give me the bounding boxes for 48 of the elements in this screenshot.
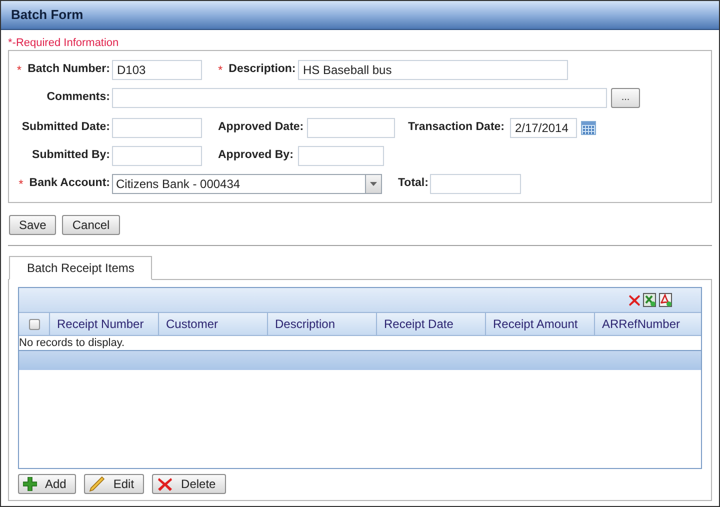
- text-field[interactable]: [112, 88, 607, 108]
- column-header[interactable]: ARRefNumber: [595, 313, 701, 335]
- text-field[interactable]: [430, 174, 521, 194]
- required-note: *-Required Information: [8, 37, 119, 50]
- field-label: Comments:: [46, 90, 110, 106]
- field-label: Bank Account:: [29, 176, 110, 192]
- column-header[interactable]: Description: [268, 313, 377, 335]
- delete-button[interactable]: Delete: [152, 474, 226, 494]
- field-label: Submitted Date:: [22, 120, 110, 136]
- window-title: Batch Form: [11, 6, 84, 24]
- cross-icon[interactable]: [629, 294, 640, 306]
- text-field[interactable]: D103: [112, 60, 202, 80]
- column-header[interactable]: Receipt Number: [50, 313, 159, 335]
- field-label: Description:: [228, 62, 296, 78]
- tab[interactable]: Batch Receipt Items: [9, 256, 152, 280]
- field-label: Total:: [398, 176, 428, 192]
- document-export-icon[interactable]: [659, 293, 672, 307]
- required-mark: *: [18, 176, 24, 193]
- cancel-button[interactable]: Cancel: [62, 215, 120, 235]
- edit-button[interactable]: Edit: [84, 474, 144, 494]
- field-label: Approved By:: [218, 148, 294, 164]
- required-mark: *: [218, 62, 223, 79]
- text-field[interactable]: [112, 146, 202, 166]
- required-mark: *: [16, 62, 22, 79]
- text-field[interactable]: [307, 118, 395, 138]
- select-all-checkbox[interactable]: [28, 318, 40, 330]
- plus-icon: [23, 477, 37, 491]
- text-field[interactable]: [298, 146, 384, 166]
- add-button[interactable]: Add: [18, 474, 76, 494]
- date-field[interactable]: 2/17/2014: [510, 118, 577, 138]
- save-button[interactable]: Save: [9, 215, 56, 235]
- pencil-icon: [89, 476, 106, 492]
- column-header[interactable]: Customer: [159, 313, 268, 335]
- caret-icon: [370, 182, 377, 186]
- empty-message: No records to display.: [19, 338, 125, 348]
- cross-icon: [157, 476, 174, 492]
- text-field[interactable]: HS Baseball bus: [298, 60, 568, 80]
- text-field[interactable]: [112, 118, 202, 138]
- field-label: Approved Date:: [218, 120, 304, 136]
- bank-account-select[interactable]: Citizens Bank - 000434: [112, 174, 382, 194]
- column-header[interactable]: Receipt Amount: [486, 313, 595, 335]
- field-label: Transaction Date:: [408, 120, 504, 136]
- browse-button[interactable]: ...: [611, 88, 640, 108]
- field-label: Submitted By:: [32, 148, 110, 164]
- spreadsheet-export-icon[interactable]: [643, 293, 656, 307]
- column-header[interactable]: Receipt Date: [377, 313, 486, 335]
- calendar-icon[interactable]: [581, 121, 596, 135]
- field-label: Batch Number:: [28, 62, 110, 78]
